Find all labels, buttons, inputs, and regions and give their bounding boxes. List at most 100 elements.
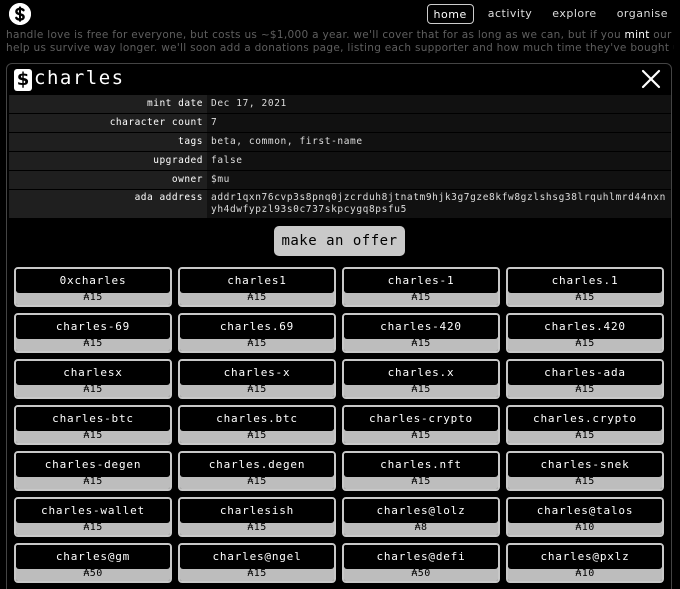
sub-handle-card[interactable]: ₳15 charles.x: [342, 359, 500, 399]
sub-handle-price: ₳10: [508, 521, 662, 535]
sub-handle-card[interactable]: ₳15 charlesx: [14, 359, 172, 399]
info-row-character-count: character count 7: [9, 113, 671, 132]
sub-handle-name-area: charles.420: [508, 315, 662, 339]
close-icon[interactable]: [641, 69, 661, 89]
dollar-sign-icon: $: [14, 69, 32, 91]
sub-handle-price: ₳15: [180, 567, 334, 581]
sub-handle-name: charles@ngel: [212, 550, 302, 563]
sub-handle-name: charles-1: [387, 274, 455, 287]
sub-handle-name-area: charles-69: [16, 315, 170, 339]
sub-handle-name-area: charles.x: [344, 361, 498, 385]
nav-organise[interactable]: organise: [611, 4, 674, 24]
sub-handle-card[interactable]: ₳15 charles-snek: [506, 451, 664, 491]
handle-logo-icon[interactable]: [9, 3, 31, 25]
mint-link[interactable]: mint: [625, 29, 650, 41]
sub-handle-name-area: charlesx: [16, 361, 170, 385]
sub-handle-name: charles-crypto: [369, 412, 473, 425]
sub-handle-name: charles.1: [551, 274, 619, 287]
sub-handle-card[interactable]: ₳15 charles.420: [506, 313, 664, 353]
sub-handle-name-area: charles@talos: [508, 499, 662, 523]
sub-handle-card[interactable]: ₳15 charles.btc: [178, 405, 336, 445]
sub-handle-price: ₳15: [344, 337, 498, 351]
sub-handle-name-area: charles-crypto: [344, 407, 498, 431]
sub-handle-name-area: charles@pxlz: [508, 545, 662, 569]
sub-handle-card[interactable]: ₳15 charles.nft: [342, 451, 500, 491]
sub-handle-card[interactable]: ₳15 charles.1: [506, 267, 664, 307]
sub-handle-price: ₳50: [344, 567, 498, 581]
sub-handle-price: ₳15: [16, 337, 170, 351]
support-text-part: handle love is free for everyone, but co…: [6, 29, 625, 41]
sub-handle-card[interactable]: ₳15 charles-420: [342, 313, 500, 353]
sub-handle-name: charles@pxlz: [540, 550, 630, 563]
info-value: beta, common, first-name: [207, 133, 671, 151]
sub-handle-price: ₳15: [180, 521, 334, 535]
sub-handle-price: ₳15: [180, 475, 334, 489]
sub-handle-card[interactable]: ₳15 charlesish: [178, 497, 336, 537]
sub-handle-price: ₳15: [180, 337, 334, 351]
sub-handle-price: ₳15: [344, 429, 498, 443]
sub-handle-price: ₳15: [508, 429, 662, 443]
sub-handle-card[interactable]: ₳15 charles-btc: [14, 405, 172, 445]
sub-handle-price: ₳15: [16, 291, 170, 305]
sub-handle-name-area: charles-degen: [16, 453, 170, 477]
sub-handle-name: charles-btc: [52, 412, 134, 425]
info-value: addr1qxn76cvp3s8pnq0jzcrduh8jtnatm9hjk3g…: [207, 190, 671, 218]
sub-handle-name: charlesx: [63, 366, 123, 379]
sub-handle-card[interactable]: ₳15 charles@ngel: [178, 543, 336, 583]
sub-handle-card[interactable]: ₳15 charles-crypto: [342, 405, 500, 445]
sub-handle-name: charles-420: [380, 320, 462, 333]
handle-info-table: mint date Dec 17, 2021 character count 7…: [9, 94, 671, 218]
sub-handle-card[interactable]: ₳10 charles@pxlz: [506, 543, 664, 583]
make-offer-button[interactable]: make an offer: [274, 226, 405, 256]
sub-handle-name: charles-wallet: [41, 504, 145, 517]
nav-explore[interactable]: explore: [546, 4, 602, 24]
sub-handle-name-area: charles-x: [180, 361, 334, 385]
sub-handle-price: ₳15: [508, 475, 662, 489]
sub-handle-card[interactable]: ₳50 charles@gm: [14, 543, 172, 583]
sub-handle-card[interactable]: ₳8 charles@lolz: [342, 497, 500, 537]
sub-handle-price: ₳15: [344, 291, 498, 305]
sub-handle-card[interactable]: ₳15 charles.crypto: [506, 405, 664, 445]
info-value: 7: [207, 114, 671, 132]
nav-home[interactable]: home: [426, 4, 474, 24]
sub-handle-name: charles.crypto: [533, 412, 637, 425]
sub-handle-card[interactable]: ₳15 charles-wallet: [14, 497, 172, 537]
top-nav: home activity explore organise: [426, 4, 674, 24]
sub-handle-name-area: charles.crypto: [508, 407, 662, 431]
sub-handle-card[interactable]: ₳15 charles-ada: [506, 359, 664, 399]
info-key: mint date: [9, 95, 207, 113]
sub-handle-price: ₳8: [344, 521, 498, 535]
handle-title: charles: [34, 67, 125, 89]
sub-handle-price: ₳15: [16, 383, 170, 397]
sub-handle-name-area: charlesish: [180, 499, 334, 523]
sub-handle-name: charles@lolz: [376, 504, 466, 517]
sub-handle-name: charles.x: [387, 366, 455, 379]
sub-handle-name-area: charles.1: [508, 269, 662, 293]
sub-handle-card[interactable]: ₳15 charles.69: [178, 313, 336, 353]
sub-handle-name: charles.69: [219, 320, 295, 333]
modal-header: $ charles: [7, 64, 671, 94]
sub-handle-name-area: charles-420: [344, 315, 498, 339]
sub-handle-card[interactable]: ₳10 charles@talos: [506, 497, 664, 537]
sub-handle-card[interactable]: ₳50 charles@defi: [342, 543, 500, 583]
sub-handle-name-area: charles.nft: [344, 453, 498, 477]
sub-handle-card[interactable]: ₳15 charles1: [178, 267, 336, 307]
sub-handle-price: ₳15: [16, 475, 170, 489]
sub-handle-name: charles-snek: [540, 458, 630, 471]
sub-handle-card[interactable]: ₳15 0xcharles: [14, 267, 172, 307]
sub-handle-card[interactable]: ₳15 charles-69: [14, 313, 172, 353]
sub-handle-price: ₳15: [16, 429, 170, 443]
info-key: upgraded: [9, 152, 207, 170]
info-row-owner: owner $mu: [9, 170, 671, 189]
nav-activity[interactable]: activity: [482, 4, 539, 24]
sub-handle-card[interactable]: ₳15 charles-1: [342, 267, 500, 307]
sub-handle-name: charles@talos: [536, 504, 634, 517]
sub-handle-name: 0xcharles: [59, 274, 127, 287]
support-text-part: our sub-handles it'll: [653, 29, 674, 41]
info-key: owner: [9, 171, 207, 189]
sub-handle-card[interactable]: ₳15 charles.degen: [178, 451, 336, 491]
sub-handle-name: charles.nft: [380, 458, 462, 471]
sub-handle-card[interactable]: ₳15 charles-degen: [14, 451, 172, 491]
sub-handle-name-area: charles@defi: [344, 545, 498, 569]
sub-handle-card[interactable]: ₳15 charles-x: [178, 359, 336, 399]
